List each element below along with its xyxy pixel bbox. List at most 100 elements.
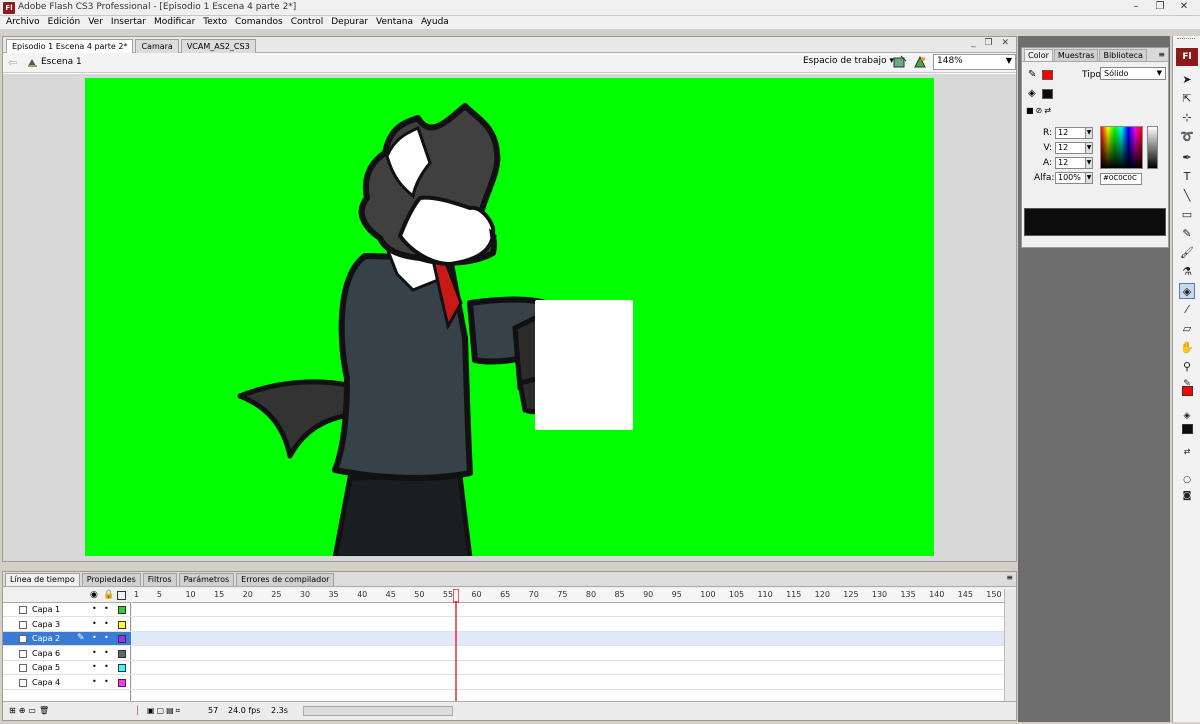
tab-linea-de-tiempo[interactable]: Línea de tiempo	[5, 573, 80, 586]
tab-color[interactable]: Color	[1024, 49, 1053, 61]
paint-bucket-icon[interactable]: ◈	[1179, 283, 1195, 299]
fill-color-swatch[interactable]	[1182, 424, 1193, 434]
visibility-dot-icon[interactable]: •	[92, 648, 97, 657]
timeline-vertical-scrollbar[interactable]	[1004, 589, 1016, 701]
layer-row[interactable]: Capa 5 • •	[3, 661, 131, 675]
snap-icon[interactable]: ○	[1179, 472, 1195, 488]
tab-parametros[interactable]: Parámetros	[178, 573, 235, 586]
timeline-horizontal-scrollbar[interactable]	[303, 706, 453, 716]
back-arrow-icon[interactable]: ⇦	[8, 56, 17, 69]
line-icon[interactable]: ╲	[1179, 188, 1195, 204]
edit-symbols-icon[interactable]	[893, 55, 907, 69]
pen-icon[interactable]: ✒	[1179, 150, 1195, 166]
zoom-icon[interactable]: ⚲	[1179, 359, 1195, 375]
doc-tab-vcam[interactable]: VCAM_AS2_CS3	[180, 39, 256, 53]
doc-tab-episodio[interactable]: Episodio 1 Escena 4 parte 2*	[6, 39, 134, 53]
selection-icon[interactable]: ➤	[1179, 72, 1195, 88]
lock-icon[interactable]: 🔒	[103, 590, 114, 600]
ink-bottle-icon[interactable]: ⚗	[1179, 264, 1195, 280]
frame-row[interactable]	[132, 661, 1004, 675]
frame-row[interactable]	[132, 632, 1004, 646]
lock-dot-icon[interactable]: •	[104, 677, 109, 686]
lock-dot-icon[interactable]: •	[104, 633, 109, 642]
lock-dot-icon[interactable]: •	[104, 604, 109, 613]
menu-control[interactable]: Control	[287, 16, 328, 29]
stage-canvas[interactable]	[85, 78, 934, 556]
menu-ver[interactable]: Ver	[84, 16, 107, 29]
lock-dot-icon[interactable]: •	[104, 648, 109, 657]
lock-dot-icon[interactable]: •	[104, 619, 109, 628]
alpha-stepper[interactable]: ▼	[1085, 172, 1093, 184]
layer-buttons[interactable]: ⊞⊕▭🗑	[9, 706, 52, 715]
outline-icon[interactable]	[117, 591, 126, 600]
alpha-input[interactable]: 100%	[1055, 172, 1088, 184]
minimize-button[interactable]: –	[1124, 0, 1148, 14]
stroke-color-swatch[interactable]	[1042, 70, 1053, 80]
layer-row[interactable]: Capa 2 ✎ • •	[3, 632, 131, 646]
layer-outline-color[interactable]	[118, 635, 126, 643]
panel-grip[interactable]	[1177, 38, 1195, 42]
workspace-menu-button[interactable]: Espacio de trabajo ▾	[803, 56, 894, 66]
onion-skin-buttons[interactable]: ▣▢▤⌗	[147, 706, 182, 716]
menu-edicion[interactable]: Edición	[44, 16, 85, 29]
subselection-icon[interactable]: ⇱	[1179, 91, 1195, 107]
tab-muestras[interactable]: Muestras	[1053, 49, 1099, 61]
visibility-dot-icon[interactable]: •	[92, 619, 97, 628]
blue-stepper[interactable]: ▼	[1085, 157, 1093, 169]
eyedropper-icon[interactable]: ⁄	[1179, 302, 1195, 318]
stroke-color-swatch[interactable]	[1182, 386, 1193, 396]
tab-biblioteca[interactable]: Biblioteca	[1099, 49, 1147, 61]
panel-menu-icon[interactable]: ≡	[1158, 50, 1165, 59]
doc-window-controls[interactable]: _ ❐ ✕	[971, 38, 1012, 48]
layer-outline-color[interactable]	[118, 606, 126, 614]
red-stepper[interactable]: ▼	[1085, 127, 1093, 139]
smooth-icon[interactable]: ◙	[1179, 488, 1195, 504]
frame-row[interactable]	[132, 675, 1004, 690]
zoom-select[interactable]: 148% ▼	[933, 54, 1016, 70]
eraser-icon[interactable]: ▱	[1179, 321, 1195, 337]
menu-texto[interactable]: Texto	[199, 16, 231, 29]
brightness-slider[interactable]	[1147, 126, 1158, 169]
menu-archivo[interactable]: Archivo	[2, 16, 44, 29]
tab-errores[interactable]: Errores de compilador	[236, 573, 335, 586]
layer-row[interactable]: Capa 1 • •	[3, 603, 131, 617]
menu-ventana[interactable]: Ventana	[372, 16, 417, 29]
layer-outline-color[interactable]	[118, 649, 126, 658]
frame-row[interactable]	[132, 603, 1004, 617]
fill-color-swatch[interactable]	[1042, 89, 1053, 99]
menu-ayuda[interactable]: Ayuda	[417, 16, 453, 29]
green-input[interactable]: 12	[1055, 142, 1088, 154]
menu-insertar[interactable]: Insertar	[107, 16, 150, 29]
hand-icon[interactable]: ✋	[1179, 340, 1195, 356]
tab-filtros[interactable]: Filtros	[142, 573, 177, 586]
layer-row[interactable]: Capa 3 • •	[3, 618, 131, 632]
layer-row[interactable]: Capa 6 • •	[3, 647, 131, 661]
tab-propiedades[interactable]: Propiedades	[81, 573, 141, 586]
hex-input[interactable]: #0C0C0C	[1100, 173, 1142, 185]
layer-outline-color[interactable]	[118, 678, 126, 687]
color-spectrum[interactable]	[1100, 126, 1143, 169]
pencil-icon[interactable]: ✎	[1179, 226, 1195, 242]
doc-tab-camara[interactable]: Camara	[135, 39, 179, 53]
rectangle-icon[interactable]: ▭	[1179, 207, 1195, 223]
visibility-dot-icon[interactable]: •	[92, 677, 97, 686]
frame-row[interactable]	[132, 646, 1004, 661]
menu-modificar[interactable]: Modificar	[150, 16, 199, 29]
frames-grid[interactable]: 1 5 10 15 20 25 30 35 40 45 50 55 60 65 70 75 80 85 90 95 10…	[132, 589, 1004, 701]
swap-colors-icon[interactable]: ⇄	[1179, 444, 1195, 460]
menu-comandos[interactable]: Comandos	[231, 16, 287, 29]
fill-type-select[interactable]: Sólido ▼	[1100, 67, 1166, 80]
free-transform-icon[interactable]: ⊹	[1179, 110, 1195, 126]
red-input[interactable]: 12	[1055, 127, 1088, 139]
brush-icon[interactable]: 🖌	[1179, 245, 1195, 261]
lock-dot-icon[interactable]: •	[104, 662, 109, 671]
frame-row[interactable]	[132, 617, 1004, 632]
layer-outline-color[interactable]	[118, 620, 126, 629]
blue-input[interactable]: 12	[1055, 157, 1088, 169]
eye-icon[interactable]: ◉	[90, 590, 98, 600]
maximize-button[interactable]: ❐	[1148, 0, 1172, 14]
menu-depurar[interactable]: Depurar	[327, 16, 372, 29]
edit-scene-icon[interactable]	[913, 55, 927, 69]
center-frame-icon[interactable]: │	[135, 706, 140, 715]
visibility-dot-icon[interactable]: •	[92, 662, 97, 671]
